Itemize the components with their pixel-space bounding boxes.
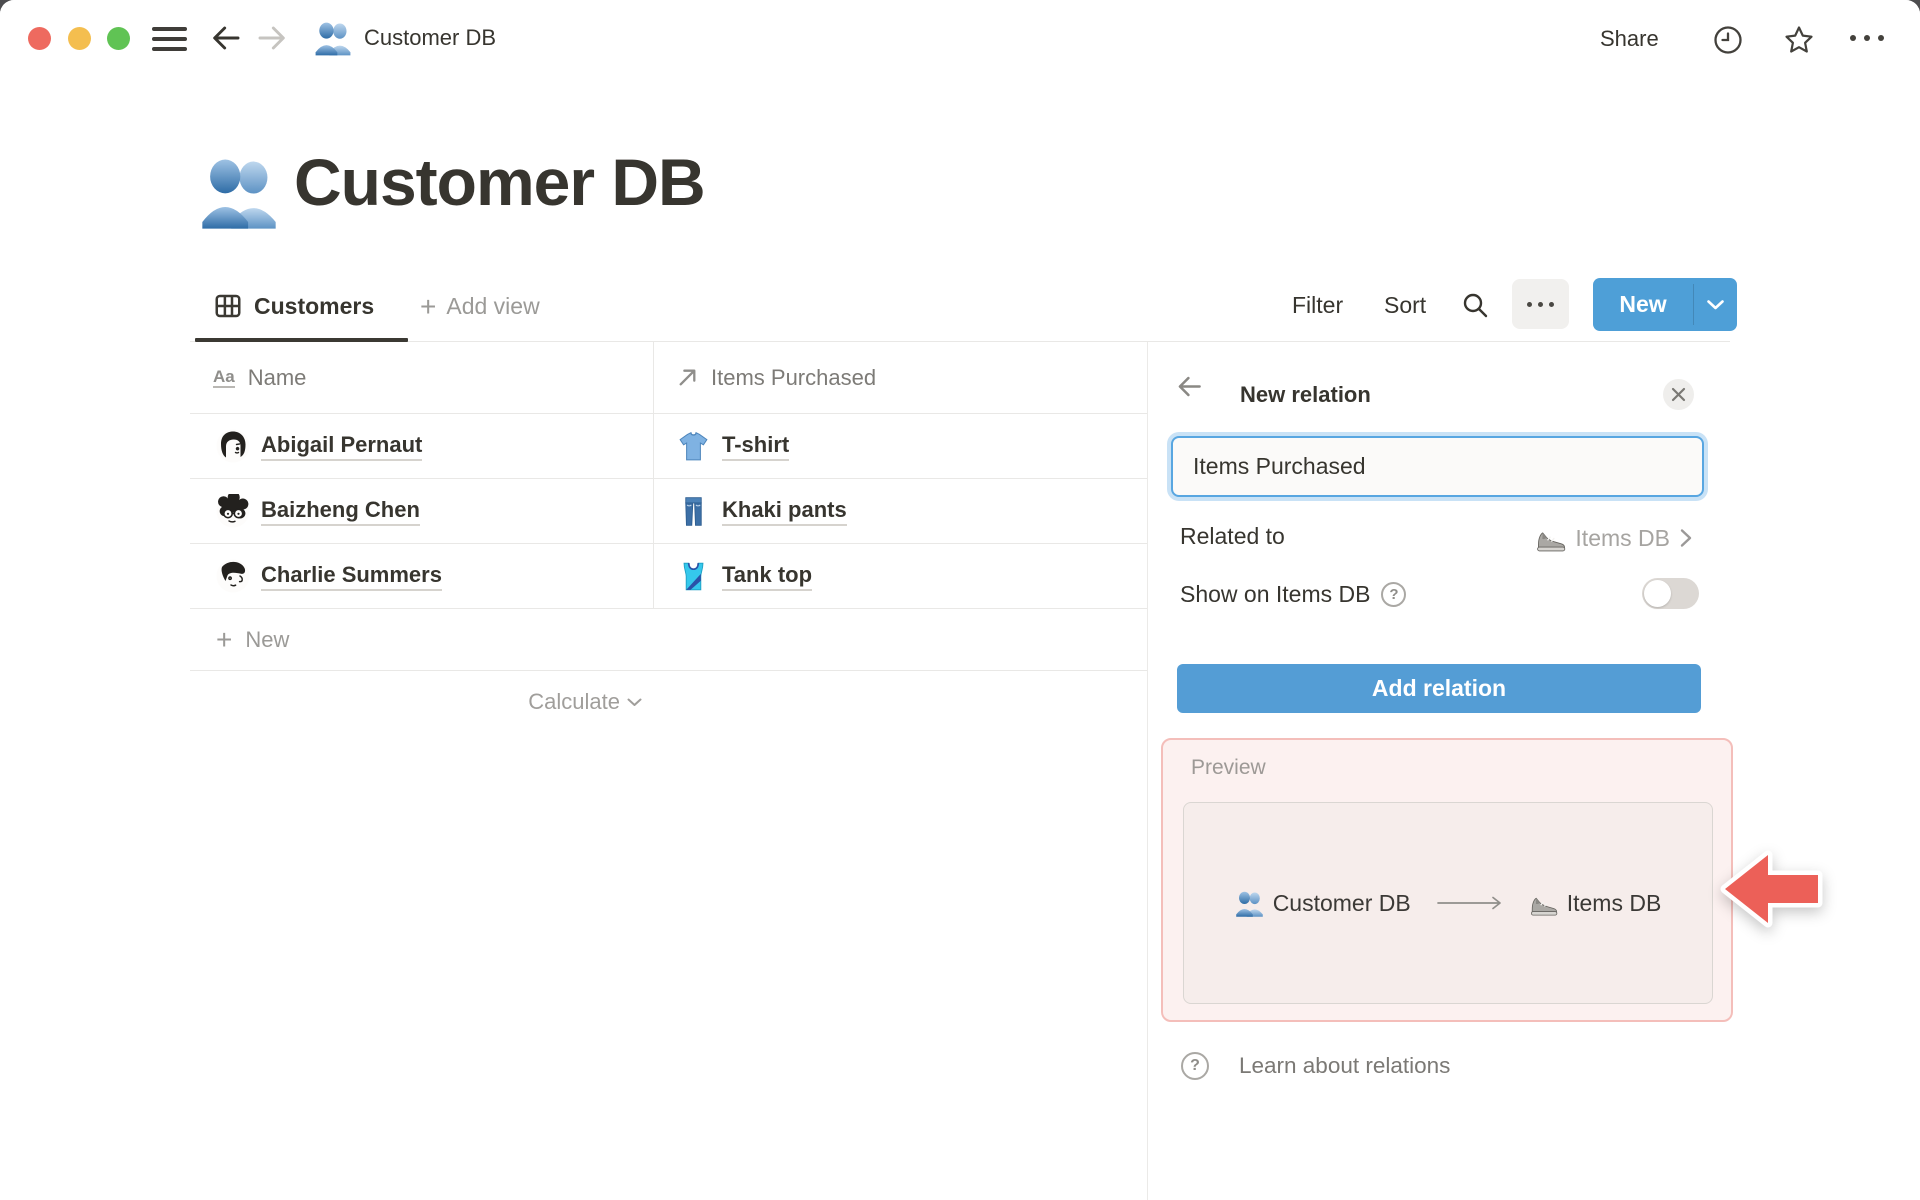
sneaker-icon bbox=[1530, 897, 1558, 916]
preview-card: Customer DB Items DB bbox=[1183, 802, 1713, 1004]
name-cell[interactable]: Abigail Pernaut bbox=[190, 414, 654, 478]
target-db-name: Items DB bbox=[1566, 889, 1662, 916]
customers-table: Aa Name Items Purchased Abigail Pernaut bbox=[190, 342, 1147, 733]
panel-title: New relation bbox=[1240, 382, 1371, 407]
row-item-link[interactable]: T-shirt bbox=[722, 432, 790, 461]
related-db-name: Items DB bbox=[1575, 524, 1670, 551]
relation-diagram: Customer DB Items DB bbox=[1235, 889, 1662, 918]
tab-label: Customers bbox=[254, 292, 375, 319]
people-icon bbox=[315, 22, 351, 56]
avatar-charlie bbox=[216, 559, 250, 593]
people-icon bbox=[1235, 891, 1263, 917]
plus-icon: + bbox=[216, 623, 233, 655]
item-cell[interactable]: T-shirt bbox=[654, 414, 1147, 478]
panel-close-button[interactable] bbox=[1663, 379, 1694, 410]
item-cell[interactable]: Tank top bbox=[654, 544, 1147, 608]
plus-icon: + bbox=[420, 290, 437, 322]
avatar-baizheng bbox=[216, 494, 250, 528]
forward-arrow-icon[interactable] bbox=[256, 22, 288, 54]
annotation-arrow-left-icon bbox=[1720, 850, 1823, 928]
panel-back-icon[interactable] bbox=[1176, 373, 1203, 400]
related-to-label: Related to bbox=[1180, 523, 1285, 549]
sort-button[interactable]: Sort bbox=[1384, 292, 1426, 319]
app-window: Customer DB Share Customer DB Customers … bbox=[0, 0, 1920, 1200]
relation-name-input[interactable] bbox=[1171, 436, 1704, 497]
item-cell[interactable]: Khaki pants bbox=[654, 479, 1147, 543]
search-icon[interactable] bbox=[1461, 291, 1489, 319]
long-right-arrow-icon bbox=[1436, 896, 1501, 910]
preview-label: Preview bbox=[1191, 756, 1266, 779]
column-header-items-purchased[interactable]: Items Purchased bbox=[654, 342, 1147, 413]
column-header-name[interactable]: Aa Name bbox=[190, 342, 654, 413]
avatar-abigail bbox=[216, 429, 250, 463]
help-question-icon: ? bbox=[1181, 1052, 1209, 1080]
arrow-up-right-icon bbox=[679, 369, 696, 386]
help-question-icon[interactable]: ? bbox=[1381, 582, 1407, 607]
name-cell[interactable]: Charlie Summers bbox=[190, 544, 654, 608]
new-row-button[interactable]: + New bbox=[190, 609, 1147, 671]
new-record-button[interactable]: New bbox=[1593, 278, 1737, 331]
tanktop-icon bbox=[683, 562, 704, 590]
calculate-button[interactable]: Calculate bbox=[190, 671, 654, 733]
row-name-link[interactable]: Charlie Summers bbox=[261, 562, 442, 591]
window-title: Customer DB bbox=[364, 25, 497, 50]
add-view-button[interactable]: + Add view bbox=[420, 290, 540, 322]
row-item-link[interactable]: Khaki pants bbox=[722, 497, 847, 526]
chevron-down-icon bbox=[1707, 299, 1724, 309]
page-title: Customer DB bbox=[294, 145, 706, 219]
add-relation-button[interactable]: Add relation bbox=[1177, 664, 1701, 713]
sneaker-icon bbox=[1537, 531, 1566, 552]
filter-button[interactable]: Filter bbox=[1292, 292, 1343, 319]
table-row: Charlie Summers Tank top bbox=[190, 544, 1147, 609]
table-row: Abigail Pernaut T-shirt bbox=[190, 414, 1147, 479]
learn-about-relations-link[interactable]: ? Learn about relations bbox=[1181, 1052, 1450, 1080]
show-on-toggle[interactable] bbox=[1642, 578, 1699, 609]
jeans-icon bbox=[685, 496, 702, 526]
related-to-selector[interactable]: Items DB bbox=[1503, 520, 1693, 556]
favorite-star-icon[interactable] bbox=[1783, 24, 1815, 56]
toggle-knob bbox=[1644, 580, 1671, 607]
titlebar: Customer DB Share bbox=[0, 0, 1920, 64]
row-item-link[interactable]: Tank top bbox=[722, 562, 813, 591]
table-row: Baizheng Chen Khaki pants bbox=[190, 479, 1147, 544]
new-button-dropdown[interactable] bbox=[1694, 278, 1737, 331]
history-clock-icon[interactable] bbox=[1712, 24, 1744, 56]
table-header-row: Aa Name Items Purchased bbox=[190, 342, 1147, 414]
zoom-window-button[interactable] bbox=[107, 27, 130, 50]
page-icon-people[interactable] bbox=[199, 152, 279, 232]
new-relation-panel: New relation Related to Items DB Show on… bbox=[1147, 342, 1920, 1200]
close-icon bbox=[1671, 387, 1686, 402]
row-name-link[interactable]: Abigail Pernaut bbox=[261, 432, 423, 461]
tab-customers[interactable]: Customers bbox=[213, 291, 374, 321]
close-window-button[interactable] bbox=[28, 27, 51, 50]
tshirt-icon bbox=[679, 431, 708, 460]
chevron-down-icon bbox=[627, 698, 642, 706]
source-db-name: Customer DB bbox=[1272, 889, 1411, 916]
chevron-right-icon bbox=[1680, 529, 1692, 547]
new-button-label[interactable]: New bbox=[1593, 278, 1693, 331]
back-arrow-icon[interactable] bbox=[210, 22, 242, 54]
minimize-window-button[interactable] bbox=[68, 27, 91, 50]
preview-callout: Preview Customer DB Items DB bbox=[1161, 738, 1733, 1022]
more-options-icon[interactable] bbox=[1850, 35, 1884, 41]
name-cell[interactable]: Baizheng Chen bbox=[190, 479, 654, 543]
share-button[interactable]: Share bbox=[1600, 26, 1659, 52]
row-name-link[interactable]: Baizheng Chen bbox=[261, 497, 420, 526]
text-aa-icon: Aa bbox=[213, 367, 235, 388]
sidebar-menu-icon[interactable] bbox=[152, 27, 187, 51]
table-view-icon bbox=[215, 294, 241, 318]
view-options-button[interactable] bbox=[1512, 279, 1569, 329]
show-on-label: Show on Items DB ? bbox=[1180, 581, 1407, 608]
